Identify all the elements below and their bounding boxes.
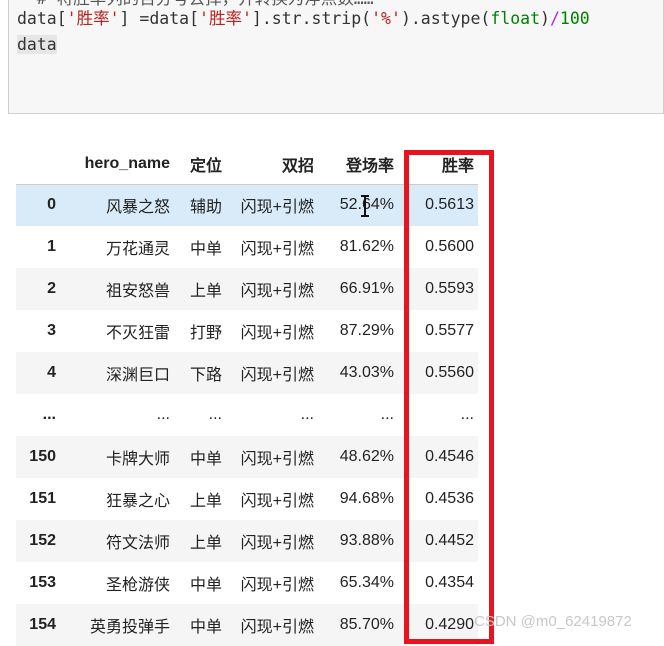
- dataframe-table: hero_name 定位 双招 登场率 胜率 0 风暴之怒 辅助 闪现+引燃 52.64% 0.5…: [16, 144, 478, 646]
- table-row: 154 英勇投弹手 中单 闪现+引燃 85.70% 0.4290: [16, 604, 478, 646]
- table-row: 0 风暴之怒 辅助 闪现+引燃 52.64% 0.5613: [16, 184, 478, 226]
- column-header: 定位: [174, 144, 226, 185]
- cell-pick-rate: 93.88%: [339, 532, 394, 549]
- cell-pick-rate: 48.62%: [339, 448, 394, 465]
- cell-skill: 闪现+引燃: [240, 241, 314, 258]
- table-row: 4 深渊巨口 下路 闪现+引燃 43.03% 0.5560: [16, 352, 478, 394]
- cell-skill: 闪现+引燃: [240, 535, 314, 552]
- cell-position: 打野: [189, 325, 222, 342]
- column-header: 胜率: [398, 144, 478, 185]
- cell-position: 上单: [189, 493, 222, 510]
- table-row: 153 圣枪游侠 中单 闪现+引燃 65.34% 0.4354: [16, 562, 478, 604]
- cell-pick-rate: 94.68%: [339, 490, 394, 507]
- row-index: 0: [47, 196, 56, 214]
- index-header: [16, 144, 60, 185]
- row-index: 3: [47, 322, 56, 339]
- cell-hero-name: 不灭狂雷: [105, 325, 170, 342]
- cell-win-rate: 0.4290: [425, 616, 474, 633]
- cell-win-rate: 0.5600: [425, 238, 474, 255]
- cell-win-rate: ...: [460, 406, 474, 423]
- cell-position: 中单: [189, 241, 222, 258]
- cell-skill: 闪现+引燃: [240, 493, 314, 510]
- cell-skill: 闪现+引燃: [240, 577, 314, 594]
- cell-skill: 闪现+引燃: [240, 283, 314, 300]
- cell-hero-name: 英勇投弹手: [89, 619, 170, 636]
- table-row: 2 祖安怒兽 上单 闪现+引燃 66.91% 0.5593: [16, 268, 478, 310]
- row-index: 153: [29, 574, 56, 591]
- cell-hero-name: 祖安怒兽: [105, 283, 170, 300]
- cell-win-rate: 0.4536: [425, 490, 474, 507]
- table-row: 150 卡牌大师 中单 闪现+引燃 48.62% 0.4546: [16, 436, 478, 478]
- cell-hero-name: 卡牌大师: [105, 451, 170, 468]
- cell-pick-rate: 81.62%: [339, 238, 394, 255]
- cell-position: 下路: [189, 367, 222, 384]
- cell-pick-rate: 66.91%: [339, 280, 394, 297]
- cell-skill: 闪现+引燃: [240, 451, 314, 468]
- cell-hero-name: 深渊巨口: [105, 367, 170, 384]
- cell-skill: 闪现+引燃: [240, 325, 314, 342]
- cell-position: 辅助: [189, 199, 222, 217]
- cell-hero-name: 狂暴之心: [105, 493, 170, 510]
- cell-win-rate: 0.5613: [425, 196, 474, 214]
- cell-hero-name: 万花通灵: [105, 241, 170, 258]
- cell-win-rate: 0.4546: [425, 448, 474, 465]
- cell-position: 中单: [189, 451, 222, 468]
- row-index: ...: [42, 406, 56, 423]
- table-row: 1 万花通灵 中单 闪现+引燃 81.62% 0.5600: [16, 226, 478, 268]
- cell-win-rate: 0.5593: [425, 280, 474, 297]
- code-line-data: data: [17, 35, 57, 54]
- cell-skill: 闪现+引燃: [240, 199, 314, 217]
- cell-hero-name: 风暴之怒: [105, 199, 170, 217]
- row-index: 150: [29, 448, 56, 465]
- cell-skill: ...: [300, 406, 314, 423]
- cell-position: ...: [208, 406, 222, 423]
- row-index: 154: [29, 616, 56, 633]
- dataframe-output: hero_name 定位 双招 登场率 胜率 0 风暴之怒 辅助 闪现+引燃 52.64% 0.5…: [16, 144, 490, 646]
- cell-position: 上单: [189, 535, 222, 552]
- cell-win-rate: 0.4452: [425, 532, 474, 549]
- table-row: 151 狂暴之心 上单 闪现+引燃 94.68% 0.4536: [16, 478, 478, 520]
- cell-win-rate: 0.5560: [425, 364, 474, 381]
- column-header: 登场率: [318, 144, 398, 185]
- row-index: 151: [29, 490, 56, 507]
- cell-win-rate: 0.4354: [425, 574, 474, 591]
- column-header: 双招: [226, 144, 318, 185]
- row-index: 4: [47, 364, 56, 381]
- cell-pick-rate: 87.29%: [339, 322, 394, 339]
- cell-position: 中单: [189, 619, 222, 636]
- cell-win-rate: 0.5577: [425, 322, 474, 339]
- text-cursor-icon: [361, 195, 369, 217]
- cell-skill: 闪现+引燃: [240, 367, 314, 384]
- table-body: 0 风暴之怒 辅助 闪现+引燃 52.64% 0.5613 1 万花通灵 中单 闪现+引燃 81.6…: [16, 184, 478, 646]
- code-cell[interactable]: # 将胜率列的百分号去掉，并转换为浮点数…… data['胜率'] =data[…: [8, 0, 664, 114]
- table-row: ..................: [16, 394, 478, 436]
- cell-pick-rate: 43.03%: [339, 364, 394, 381]
- cell-hero-name: 符文法师: [105, 535, 170, 552]
- table-header-row: hero_name 定位 双招 登场率 胜率: [16, 144, 478, 185]
- cell-pick-rate: 85.70%: [339, 616, 394, 633]
- watermark: CSDN @m0_62419872: [474, 613, 632, 630]
- row-index: 152: [29, 532, 56, 549]
- column-header: hero_name: [60, 144, 174, 185]
- cell-hero-name: 圣枪游侠: [105, 577, 170, 594]
- cell-position: 中单: [189, 577, 222, 594]
- cell-skill: 闪现+引燃: [240, 619, 314, 636]
- row-index: 2: [47, 280, 56, 297]
- cell-position: 上单: [189, 283, 222, 300]
- table-row: 152 符文法师 上单 闪现+引燃 93.88% 0.4452: [16, 520, 478, 562]
- row-index: 1: [47, 238, 56, 255]
- cell-hero-name: ...: [156, 406, 170, 423]
- cell-pick-rate: 65.34%: [339, 574, 394, 591]
- code-line-assign: data['胜率'] =data['胜率'].str.strip('%').as…: [17, 9, 590, 28]
- table-row: 3 不灭狂雷 打野 闪现+引燃 87.29% 0.5577: [16, 310, 478, 352]
- cell-pick-rate: ...: [380, 406, 394, 423]
